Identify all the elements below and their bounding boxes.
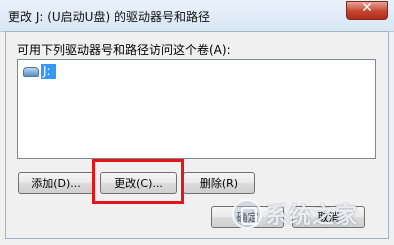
delete-button[interactable]: 删除(R) [183,172,255,194]
volume-access-label: 可用下列驱动器号和路径访问这个卷(A): [17,43,231,57]
list-item-label: J: [41,64,56,79]
logo-icon [232,199,262,229]
close-icon: ✕ [361,0,373,16]
title-bar: 更改 J: (U启动U盘) 的驱动器号和路径 ✕ [0,0,394,32]
list-item[interactable]: J: [23,64,56,79]
watermark-text: 系统之家 [266,204,359,229]
watermark: 系统之家 [232,198,358,230]
highlight-box [92,159,184,204]
drive-letter-list[interactable]: J: [17,59,376,159]
window-title: 更改 J: (U启动U盘) 的驱动器号和路径 [8,10,210,24]
add-button[interactable]: 添加(D)... [18,172,94,194]
close-button[interactable]: ✕ [346,0,388,20]
drive-icon [23,66,39,77]
